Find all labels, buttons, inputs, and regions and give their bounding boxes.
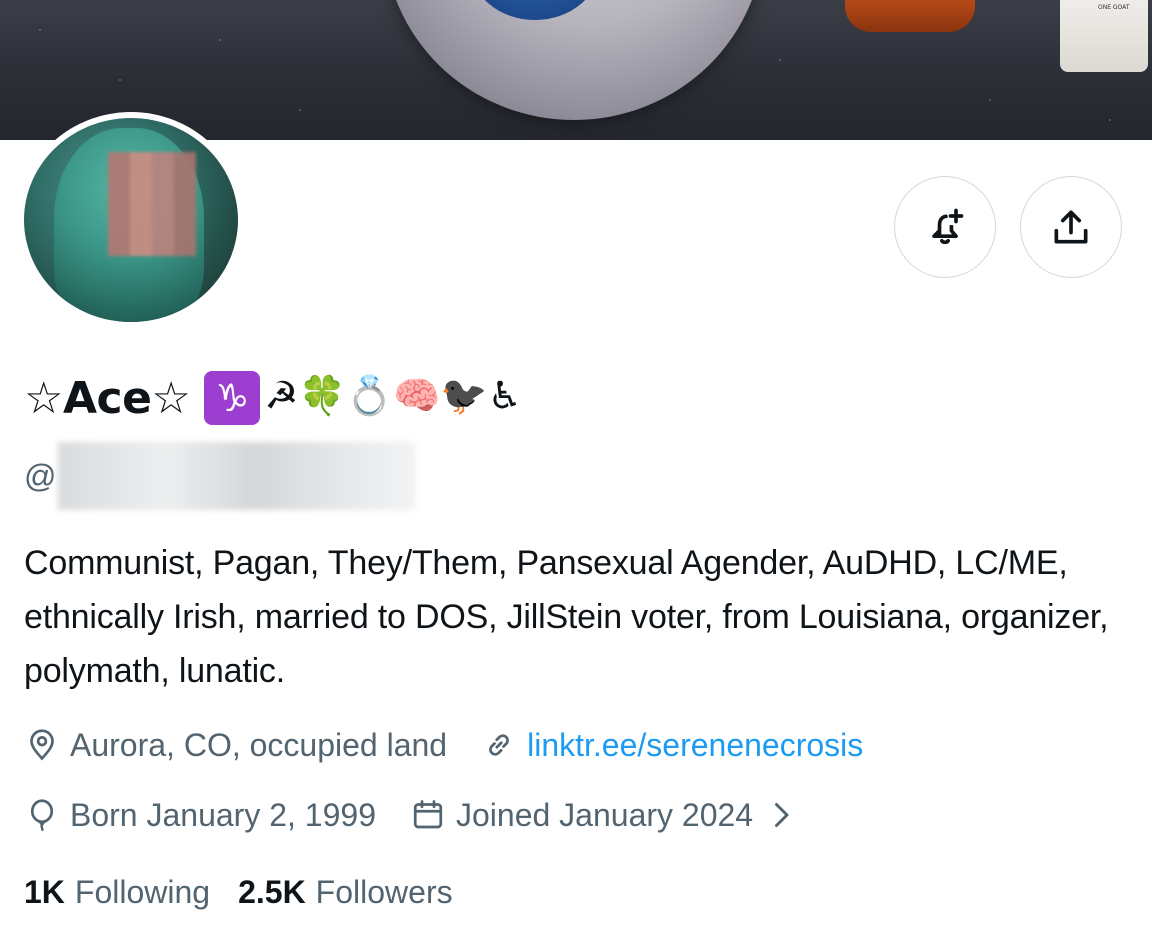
location-item: Aurora, CO, occupied land [24, 727, 447, 764]
link-icon [489, 734, 509, 756]
handle: @ [24, 457, 57, 494]
location-text: Aurora, CO, occupied land [70, 726, 448, 763]
joined-item[interactable]: Joined January 2024 [410, 797, 809, 834]
profile-page: ONE GOAT ☆Ace☆ ♑☭🍀💍🧠🐦‍⬛♿ @ [0, 0, 1152, 944]
birthday-text: Born January 2, 1999 [70, 796, 376, 833]
avatar-photo [24, 118, 238, 322]
avatar[interactable] [18, 112, 244, 328]
balloon-icon [30, 799, 54, 832]
following-label[interactable]: Following [75, 874, 210, 911]
profile-meta-row-2: Born January 2, 1999 Joined January 2024 [24, 788, 843, 842]
banner-planet [384, 0, 764, 120]
display-name-row: ☆Ace☆ ♑ ☭🍀💍🧠🐦‍⬛♿ [24, 368, 522, 428]
banner-carton-label: ONE GOAT [1098, 4, 1130, 11]
website-link[interactable]: linktr.ee/serenenecrosis [527, 727, 863, 764]
followers-label[interactable]: Followers [316, 874, 453, 911]
website-item[interactable]: linktr.ee/serenenecrosis [481, 727, 863, 764]
banner-jar [845, 0, 975, 32]
profile-meta-row-1: Aurora, CO, occupied land linktr.ee/sere… [24, 718, 897, 772]
joined-text[interactable]: Joined January 2024 [456, 797, 753, 834]
calendar-icon [413, 800, 443, 829]
bio: Communist, Pagan, They/Them, Pansexual A… [24, 544, 1109, 690]
following-count[interactable]: 1K [24, 874, 65, 911]
chevron-right-icon[interactable] [763, 797, 799, 833]
notifications-button[interactable] [894, 176, 996, 278]
follow-stats: 1K Following 2.5K Followers [24, 864, 481, 920]
handle-redacted [58, 442, 417, 510]
share-button[interactable] [1020, 176, 1122, 278]
avatar-face-blur [108, 152, 196, 256]
followers-count[interactable]: 2.5K [238, 874, 306, 911]
birthday-item: Born January 2, 1999 [24, 797, 376, 834]
handle-row: @ [24, 442, 417, 510]
bell-plus-icon [932, 208, 964, 245]
capricorn-icon: ♑ [204, 371, 261, 425]
location-pin-icon [30, 729, 54, 761]
name-emojis: ♑ ☭🍀💍🧠🐦‍⬛♿ [204, 371, 522, 425]
display-name: ☆Ace☆ [24, 372, 191, 424]
share-icon [1054, 210, 1088, 244]
name-emoji-list: ☭🍀💍🧠🐦‍⬛♿ [264, 373, 522, 418]
